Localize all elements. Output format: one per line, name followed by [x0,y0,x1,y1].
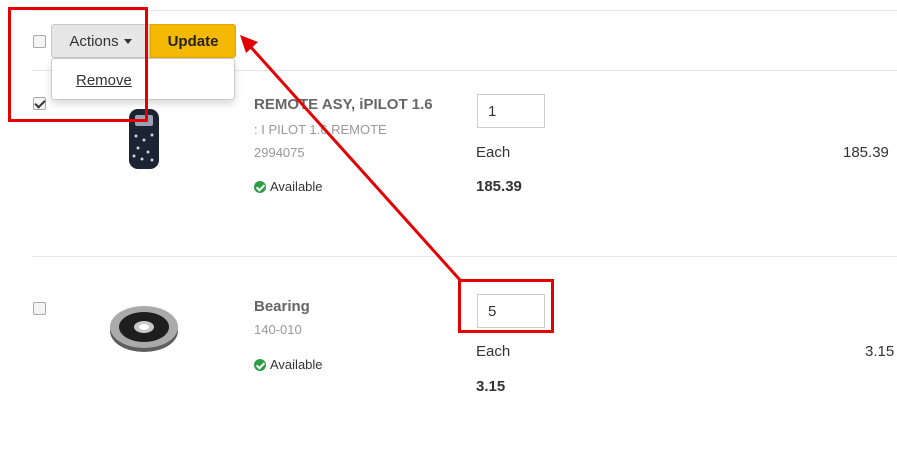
annotation-arrow [240,35,462,282]
cart-page: Actions Update REMOTE ASY, iPILOT 1.6 : … [0,0,897,455]
